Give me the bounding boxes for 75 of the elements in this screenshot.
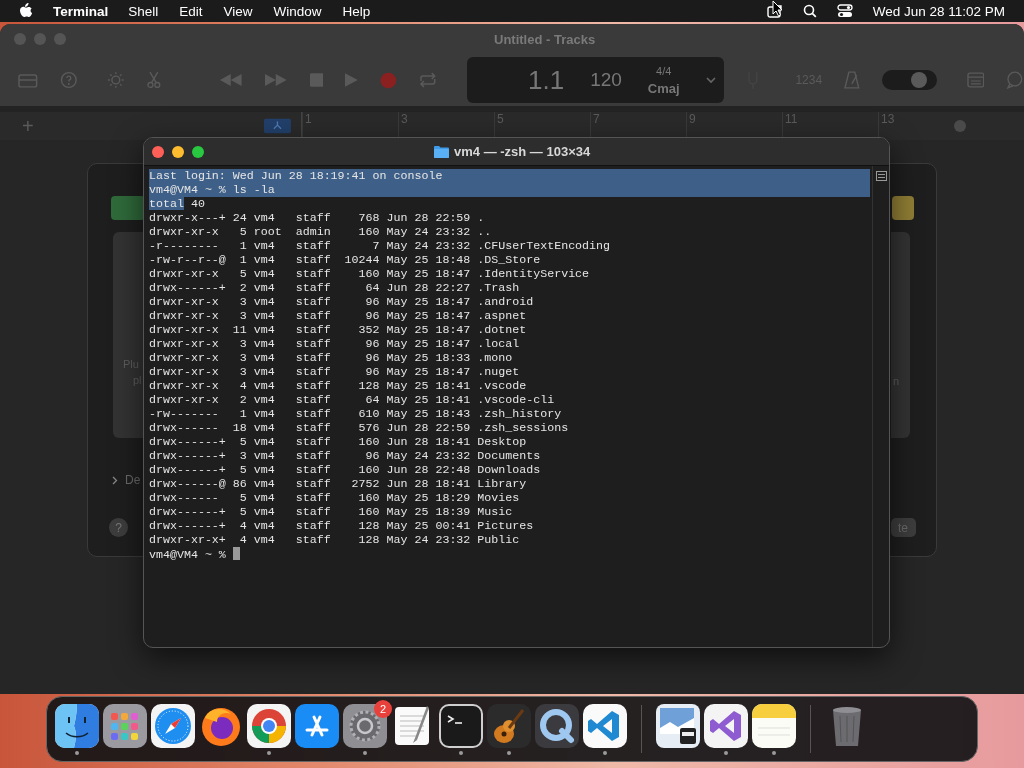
terminal-line: -r-------- 1 vm4 staff 7 May 24 23:32 .CFUserTextEncoding xyxy=(149,239,612,253)
app-store-icon[interactable] xyxy=(295,704,339,748)
menu-item[interactable]: Edit xyxy=(179,3,203,19)
text-cursor xyxy=(232,547,240,560)
menu-item[interactable]: View xyxy=(223,3,253,19)
terminal-line: drwx------@ 86 vm4 staff 2752 Jun 28 18:41 Library xyxy=(149,477,528,491)
window-minimize-button[interactable] xyxy=(172,145,184,158)
guitar-icon[interactable] xyxy=(487,704,531,748)
split-pane-icon[interactable] xyxy=(875,171,887,181)
terminal-line: drwx------+ 5 vm4 staff 160 Jun 28 22:48 Downloads xyxy=(149,463,542,477)
tempo-reading: 120 xyxy=(590,68,622,92)
compass-icon[interactable] xyxy=(151,704,195,748)
code-editor-icon[interactable] xyxy=(583,704,627,748)
terminal-text: total xyxy=(149,197,184,210)
terminal-line: drwx------ 18 vm4 staff 576 Jun 28 22:59 .zsh_sessions xyxy=(149,421,570,435)
notepad-icon[interactable] xyxy=(752,704,796,748)
gear-icon[interactable] xyxy=(343,704,387,748)
window-title: vm4 — -zsh — 103×34 xyxy=(454,144,591,159)
terminal-line: drwxr-xr-x 5 root admin 160 May 24 23:32 .. xyxy=(149,225,493,239)
terminal-line: drwxr-x---+ 24 vm4 staff 768 Jun 28 22:59 . xyxy=(149,211,486,225)
menu-item[interactable]: Shell xyxy=(128,3,159,19)
terminal-icon[interactable] xyxy=(439,704,483,748)
terminal-line: drwxr-xr-x 4 vm4 staff 128 May 25 18:41 .vscode xyxy=(149,379,528,393)
chevron-right-icon xyxy=(112,475,118,485)
toggle-switches-icon[interactable] xyxy=(836,4,853,18)
terminal-line: drwxr-xr-x 3 vm4 staff 96 May 25 18:47 .local xyxy=(149,337,521,351)
terminal-line: drwxr-xr-x 5 vm4 staff 160 May 25 18:47 .IdentityService xyxy=(149,267,591,281)
menu-clock[interactable]: Wed Jun 28 11:02 PM xyxy=(872,3,1005,19)
notification-badge: 2 xyxy=(374,700,392,718)
apple-logo-icon[interactable] xyxy=(19,3,33,19)
chevron-down-icon[interactable] xyxy=(705,76,716,84)
details-disclosure[interactable]: De xyxy=(112,473,141,487)
menu-item[interactable]: Help xyxy=(342,3,371,19)
infinity-app-icon[interactable] xyxy=(704,704,748,748)
search-icon[interactable] xyxy=(802,4,817,18)
menu-item[interactable]: Window xyxy=(273,3,322,19)
app-grid-icon[interactable] xyxy=(103,704,147,748)
terminal-line: drwx------+ 3 vm4 staff 96 May 24 23:32 Documents xyxy=(149,449,542,463)
mouse-pointer-icon xyxy=(772,0,783,17)
photo-viewer-icon[interactable] xyxy=(656,704,700,748)
terminal-line: drwxr-xr-x 3 vm4 staff 96 May 25 18:47 .aspnet xyxy=(149,309,528,323)
add-track-button[interactable]: + xyxy=(22,114,265,138)
toggle-switch[interactable] xyxy=(881,70,937,90)
terminal-line: drwxr-xr-x+ 4 vm4 staff 128 May 24 23:32 Public xyxy=(149,533,521,547)
smiling-face-app-icon[interactable] xyxy=(55,704,99,748)
terminal-line: drwxr-xr-x 11 vm4 staff 352 May 25 18:47 .dotnet xyxy=(149,323,528,337)
track-type-tile[interactable] xyxy=(892,196,914,220)
key-reading: Cmaj xyxy=(647,80,680,96)
terminal-line: drwxr-xr-x 3 vm4 staff 96 May 25 18:33 .mono xyxy=(149,351,514,365)
track-type-tile[interactable] xyxy=(111,196,145,220)
terminal-line: drwx------ 5 vm4 staff 160 May 25 18:29 Movies xyxy=(149,491,521,505)
zoom-slider-knob[interactable] xyxy=(954,120,966,132)
bar-beat-reading: 1.1 xyxy=(528,66,565,94)
terminal-line: drwxr-xr-x 3 vm4 staff 96 May 25 18:47 .nuget xyxy=(149,365,521,379)
folder-icon xyxy=(434,145,449,158)
shell-prompt: vm4@VM4 ~ % xyxy=(149,548,226,561)
lcd-display[interactable]: 1.1 120 4/4 Cmaj xyxy=(466,57,724,103)
terminal-line: -rw-r--r--@ 1 vm4 staff 10244 May 25 18:48 .DS_Store xyxy=(149,253,542,267)
terminal-text: 40 xyxy=(189,197,205,210)
terminal-line: drwx------+ 2 vm4 staff 64 Jun 28 22:27 .Trash xyxy=(149,281,521,295)
window-close-button[interactable] xyxy=(152,145,164,158)
window-zoom-button[interactable] xyxy=(192,145,204,158)
menu-app-name[interactable]: Terminal xyxy=(53,3,109,19)
terminal-line: drwx------+ 4 vm4 staff 128 May 25 00:41 Pictures xyxy=(149,519,535,533)
terminal-line: -rw------- 1 vm4 staff 610 May 25 18:43 .zsh_history xyxy=(149,407,563,421)
terminal-line: drwx------+ 5 vm4 staff 160 May 25 18:39 Music xyxy=(149,505,514,519)
smart-controls-icon[interactable] xyxy=(264,118,291,134)
circle-app-icon[interactable] xyxy=(247,704,291,748)
terminal-line: drwxr-xr-x 2 vm4 staff 64 May 25 18:41 .vscode-cli xyxy=(149,393,556,407)
magnifier-q-icon[interactable] xyxy=(535,704,579,748)
help-button[interactable]: ? xyxy=(109,518,128,537)
terminal-line: drwx------+ 5 vm4 staff 160 Jun 28 18:41 Desktop xyxy=(149,435,528,449)
window-title: Untitled - Tracks xyxy=(494,31,596,47)
terminal-line: drwxr-xr-x 3 vm4 staff 96 May 25 18:47 .android xyxy=(149,295,535,309)
time-signature: 4/4 xyxy=(656,64,672,77)
